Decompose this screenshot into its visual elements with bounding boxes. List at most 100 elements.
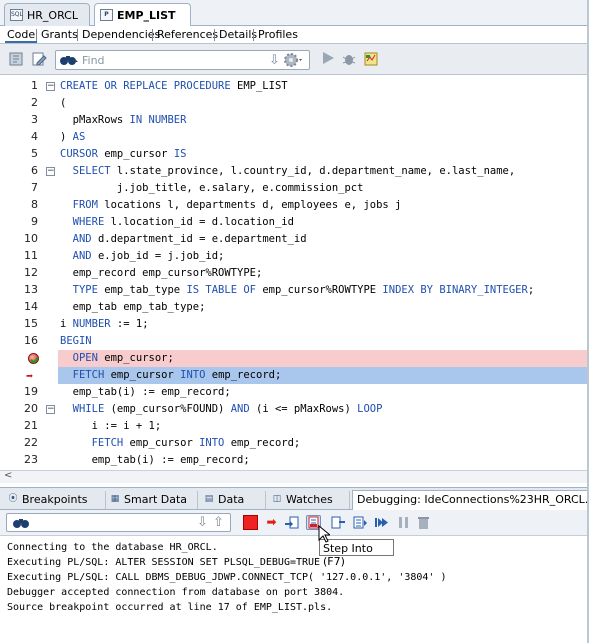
- step-over-icon[interactable]: [284, 515, 299, 530]
- code-text: (: [60, 97, 66, 109]
- tab-hr-orcl[interactable]: SQL HR_ORCL: [4, 3, 90, 26]
- fold-toggle-icon[interactable]: −: [46, 405, 55, 414]
- code-line[interactable]: 21 i := i + 1;: [0, 418, 589, 435]
- code-line[interactable]: 16 BEGIN: [0, 333, 589, 350]
- sql-keyword: IS: [173, 148, 187, 160]
- code-line[interactable]: 12 emp_record emp_cursor%ROWTYPE;: [0, 265, 589, 282]
- run-icon[interactable]: [319, 51, 336, 68]
- code-line[interactable]: 5 CURSOR emp_cursor IS: [0, 146, 589, 163]
- data-icon: ▤: [204, 494, 214, 504]
- line-number: 13: [24, 283, 38, 296]
- mouse-pointer-icon: [318, 524, 332, 547]
- binoculars-icon: [59, 53, 79, 70]
- tab-code[interactable]: Code: [5, 28, 38, 43]
- code-line[interactable]: 7 j.job_title, e.salary, e.commission_pc…: [0, 180, 589, 197]
- pause-icon[interactable]: [396, 515, 411, 530]
- sql-text: emp_cursor: [104, 148, 174, 160]
- code-text: OPEN emp_cursor;: [60, 352, 174, 364]
- code-line[interactable]: 10 AND d.department_id = e.department_id: [0, 231, 589, 248]
- tab-separator: [214, 29, 215, 41]
- code-line[interactable]: 19 emp_tab(i) := emp_record;: [0, 384, 589, 401]
- sql-text: emp_record;: [211, 369, 282, 381]
- line-number: 11: [24, 249, 38, 262]
- debug-find-input[interactable]: ⇩ ⇧: [6, 513, 231, 532]
- freeze-view-icon[interactable]: [8, 51, 25, 68]
- code-line[interactable]: 23 emp_tab(i) := emp_record;: [0, 452, 589, 469]
- fold-toggle-icon[interactable]: −: [46, 82, 55, 91]
- code-line[interactable]: ➡ FETCH emp_cursor INTO emp_record;: [26, 367, 589, 384]
- code-text: FETCH emp_cursor INTO emp_record;: [60, 369, 282, 381]
- find-previous-icon[interactable]: ⇧: [213, 515, 224, 530]
- sql-text: (: [60, 97, 67, 109]
- console-line: Source breakpoint occurred at line 17 of…: [7, 602, 333, 613]
- sql-keyword: LOOP: [357, 403, 383, 415]
- sql-keyword: AND: [230, 403, 256, 415]
- tab-references[interactable]: References: [155, 28, 220, 41]
- resume-all-icon[interactable]: [374, 515, 389, 530]
- code-line[interactable]: 2(: [0, 95, 589, 112]
- breakpoint-icon[interactable]: [28, 353, 39, 364]
- sql-text: i: [60, 318, 73, 330]
- terminate-icon[interactable]: [243, 515, 258, 530]
- sql-keyword: WHILE: [72, 403, 111, 415]
- sql-text: emp_record;: [230, 437, 301, 449]
- step-out-icon[interactable]: [331, 515, 346, 530]
- code-editor[interactable]: 1− CREATE OR REPLACE PROCEDURE EMP_LIST 2(…: [0, 75, 589, 470]
- code-line[interactable]: 20− WHILE (emp_cursor%FOUND) AND (i <= p…: [0, 401, 589, 418]
- sql-keyword: AND: [72, 233, 98, 245]
- code-line[interactable]: 9 WHERE l.location_id = d.location_id: [0, 214, 589, 231]
- tab-watches[interactable]: ◫ Watches: [268, 491, 350, 509]
- sql-text: emp_cursor: [110, 369, 181, 381]
- tab-profiles[interactable]: Profiles: [256, 28, 300, 41]
- console-line: Debugger accepted connection from databa…: [7, 587, 345, 598]
- code-line[interactable]: 13 TYPE emp_tab_type IS TABLE OF emp_cur…: [0, 282, 589, 299]
- debug-console-log: Connecting to the database HR_ORCL. Exec…: [0, 537, 589, 643]
- smart-data-icon: ▦: [110, 494, 120, 504]
- tab-label: EMP_LIST: [117, 9, 176, 22]
- tab-breakpoints[interactable]: ⦿ Breakpoints: [4, 491, 106, 509]
- code-text: emp_record emp_cursor%ROWTYPE;: [60, 267, 263, 279]
- gear-icon[interactable]: [282, 51, 304, 68]
- horizontal-scrollbar[interactable]: <: [0, 470, 589, 483]
- breakpoints-icon: ⦿: [8, 494, 18, 504]
- profile-icon[interactable]: [362, 51, 379, 68]
- tab-debugging[interactable]: Debugging: IdeConnections%23HR_ORCL.jpr …: [352, 490, 588, 511]
- fold-toggle-icon[interactable]: −: [46, 167, 55, 176]
- tab-dependencies[interactable]: Dependencies: [80, 28, 162, 41]
- sql-keyword: BEGIN: [60, 335, 92, 347]
- sql-keyword: INTO: [180, 369, 212, 381]
- trash-icon[interactable]: [416, 515, 431, 530]
- tab-grants[interactable]: Grants: [39, 28, 80, 41]
- code-line[interactable]: 15 i NUMBER := 1;: [0, 316, 589, 333]
- line-number: 15: [24, 317, 38, 330]
- step-to-end-icon[interactable]: [353, 515, 368, 530]
- code-line[interactable]: 1− CREATE OR REPLACE PROCEDURE EMP_LIST: [0, 78, 589, 95]
- sql-text: emp_cursor%ROWTYPE: [262, 284, 383, 296]
- code-line[interactable]: 11 AND e.job_id = j.job_id;: [0, 248, 589, 265]
- find-next-icon[interactable]: ⇩: [269, 53, 280, 68]
- code-line[interactable]: 14 emp_tab emp_tab_type;: [0, 299, 589, 316]
- debug-bug-icon[interactable]: [340, 51, 357, 68]
- resume-icon[interactable]: ➡: [264, 515, 279, 530]
- code-line[interactable]: 4) AS: [0, 129, 589, 146]
- code-text: WHILE (emp_cursor%FOUND) AND (i <= pMaxR…: [60, 403, 383, 415]
- code-line[interactable]: 8 FROM locations l, departments d, emplo…: [0, 197, 589, 214]
- code-text: WHERE l.location_id = d.location_id: [60, 216, 294, 228]
- code-line[interactable]: 6− SELECT l.state_province, l.country_id…: [0, 163, 589, 180]
- code-text: emp_tab(i) := emp_record;: [60, 454, 250, 466]
- find-placeholder: Find: [82, 54, 105, 67]
- code-line[interactable]: OPEN emp_cursor;: [28, 350, 589, 367]
- code-line[interactable]: 3 pMaxRows IN NUMBER: [0, 112, 589, 129]
- code-line[interactable]: 22 FETCH emp_cursor INTO emp_record;: [0, 435, 589, 452]
- sql-text: ): [60, 131, 73, 143]
- scroll-left-icon[interactable]: <: [4, 470, 12, 481]
- sql-keyword: IN NUMBER: [129, 114, 187, 126]
- find-next-icon[interactable]: ⇩: [197, 515, 208, 530]
- tab-separator: [253, 29, 254, 41]
- tab-data[interactable]: ▤ Data: [200, 491, 266, 509]
- tab-emp-list[interactable]: P EMP_LIST: [94, 3, 191, 27]
- find-input[interactable]: Find ⇩ ⇧: [55, 50, 310, 70]
- edit-icon[interactable]: [30, 51, 47, 68]
- tab-smart-data[interactable]: ▦ Smart Data: [106, 491, 198, 509]
